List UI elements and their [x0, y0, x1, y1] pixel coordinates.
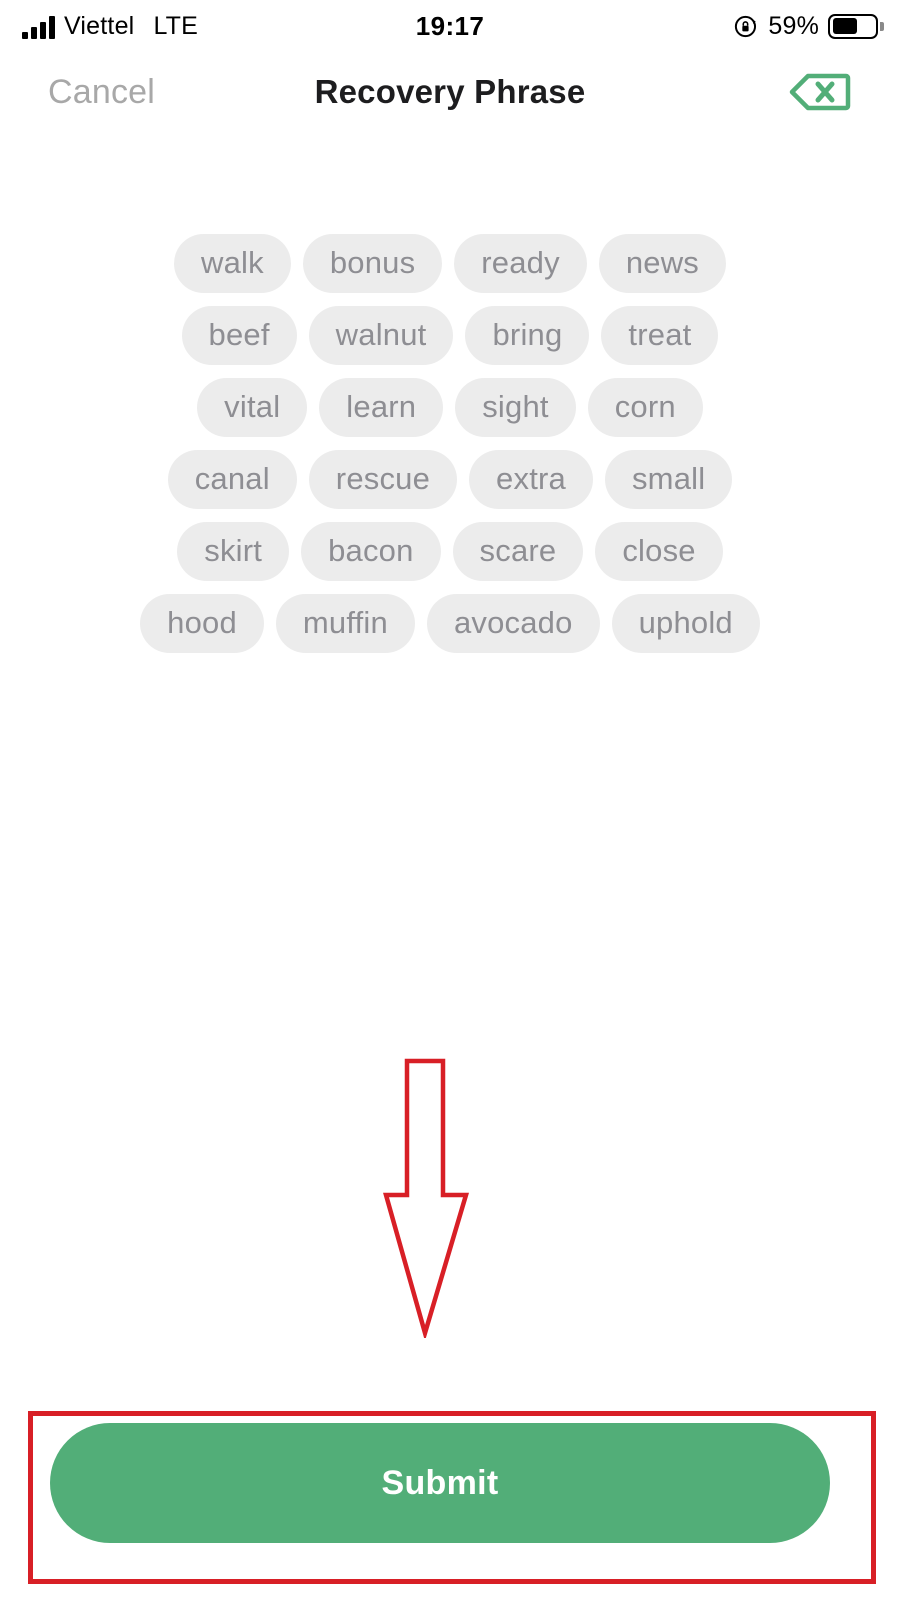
word-chip[interactable]: hood [140, 594, 264, 653]
word-chip[interactable]: bacon [301, 522, 441, 581]
word-chip[interactable]: close [595, 522, 723, 581]
word-chip[interactable]: vital [197, 378, 308, 437]
network-type-label: LTE [153, 12, 199, 40]
battery-icon [828, 13, 884, 39]
rotation-lock-icon [735, 15, 757, 37]
cancel-button[interactable]: Cancel [48, 73, 155, 112]
carrier-label: Viettel [64, 12, 135, 40]
status-bar-left: Viettel LTE [22, 13, 198, 39]
down-arrow-annotation-icon [383, 1058, 470, 1338]
word-chip[interactable]: treat [601, 306, 719, 365]
cellular-signal-icon [22, 16, 55, 39]
word-chip[interactable]: uphold [611, 594, 760, 653]
word-chip[interactable]: ready [454, 234, 587, 293]
word-chip[interactable]: small [604, 450, 733, 509]
word-chip[interactable]: skirt [177, 522, 290, 581]
word-chip[interactable]: bonus [302, 234, 443, 293]
word-chip[interactable]: news [598, 234, 726, 293]
word-chip[interactable]: muffin [275, 594, 415, 653]
word-chip[interactable]: canal [167, 450, 297, 509]
battery-percentage-label: 59% [768, 11, 819, 40]
word-chip[interactable]: beef [181, 306, 297, 365]
status-bar-right: 59% [734, 11, 884, 41]
backspace-button[interactable] [788, 72, 852, 112]
backspace-delete-icon [789, 73, 851, 111]
word-chip[interactable]: walnut [308, 306, 454, 365]
recovery-phrase-word-grid: walk bonus ready news beef walnut bring treat vi… [140, 234, 760, 653]
word-chip[interactable]: rescue [308, 450, 458, 509]
word-chip[interactable]: sight [455, 378, 576, 437]
word-chip[interactable]: learn [319, 378, 444, 437]
clock-label: 19:17 [415, 10, 485, 41]
status-bar: Viettel LTE 19:17 59% [0, 0, 900, 52]
word-chip[interactable]: walk [173, 234, 291, 293]
navigation-header: Cancel Recovery Phrase [0, 52, 900, 132]
word-chip[interactable]: avocado [426, 594, 600, 653]
word-chip[interactable]: scare [452, 522, 584, 581]
word-chip[interactable]: extra [469, 450, 593, 509]
submit-button[interactable]: Submit [50, 1423, 830, 1543]
recovery-phrase-screen: Viettel LTE 19:17 59% Cancel Recovery Ph… [0, 0, 900, 1600]
word-chip[interactable]: corn [587, 378, 703, 437]
word-chip[interactable]: bring [465, 306, 590, 365]
